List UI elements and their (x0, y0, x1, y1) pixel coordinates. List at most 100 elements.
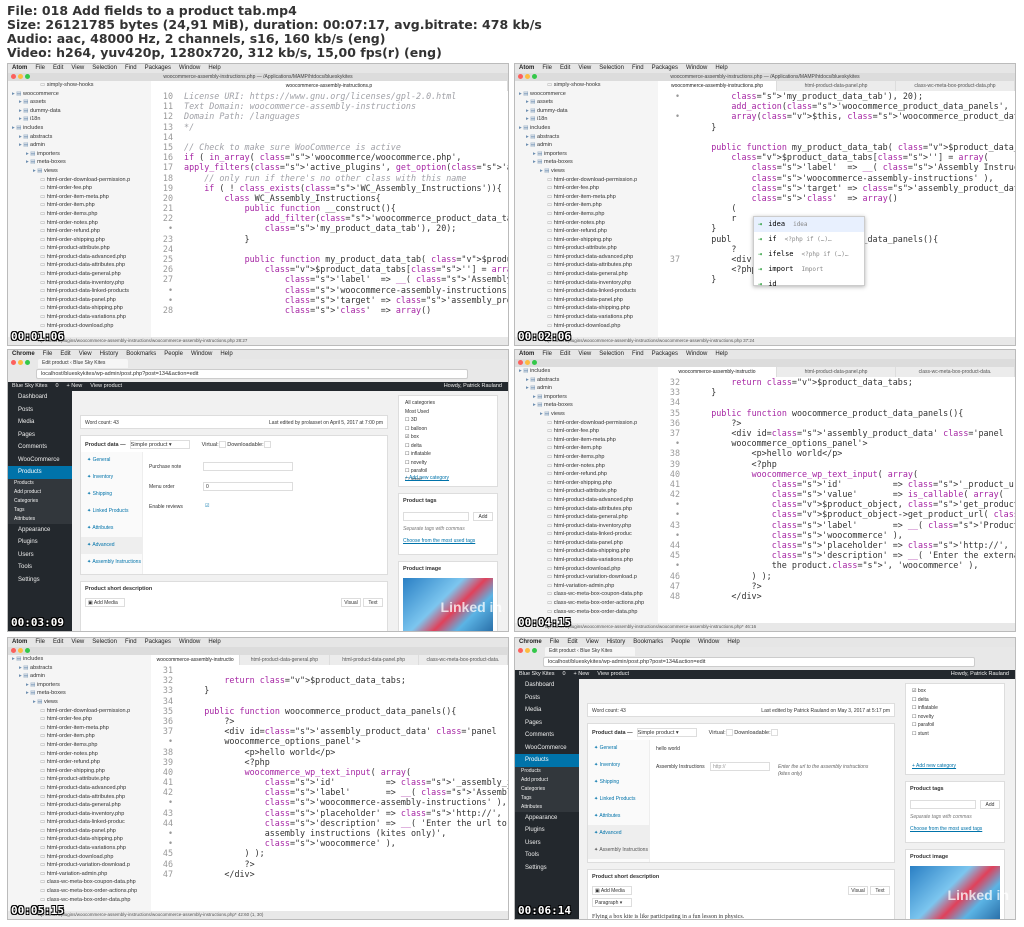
sidebar-item[interactable]: Users (8, 549, 72, 562)
tree-item[interactable]: ▸ ▤ abstracts (519, 133, 658, 142)
sidebar-item[interactable]: Posts (8, 404, 72, 417)
tree-item[interactable]: ▭ html-product-attribute.php (12, 244, 151, 253)
tree-item[interactable]: ▭ html-variation-admin.php (519, 582, 658, 591)
tags-input[interactable] (910, 800, 976, 809)
menubar-item[interactable]: View (71, 65, 84, 71)
tree-item[interactable]: ▭ html-order-item.php (12, 201, 151, 210)
wp-sidebar[interactable]: Dashboard Posts Media Pages Comments WooComme… (8, 391, 72, 631)
tree-item[interactable]: ▭ html-product-variation-download.p (12, 861, 151, 870)
tree-item[interactable]: ▭ html-product-data-shipping.php (519, 547, 658, 556)
menubar-item[interactable]: Help (208, 65, 220, 71)
menubar-item[interactable]: Find (125, 65, 137, 71)
tree-item[interactable]: ▸ ▤ views (12, 167, 151, 176)
minimize-dot-icon[interactable] (18, 360, 23, 365)
tree-item[interactable]: ▭ html-order-items.php (519, 453, 658, 462)
product-data-tab[interactable]: ✦ Shipping (588, 774, 649, 791)
close-dot-icon[interactable] (518, 648, 523, 653)
window-controls[interactable] (11, 648, 30, 653)
editor-tabs[interactable]: woocommerce-assembly-instructio html-prod… (658, 367, 1015, 377)
minimize-dot-icon[interactable] (525, 74, 530, 79)
tree-item[interactable]: ▭ html-order-shipping.php (12, 236, 151, 245)
file-tree[interactable]: ▭ simply-show-hooks ▸ ▤ woocommerce ▸ ▤ as… (8, 81, 151, 337)
tree-item[interactable]: ▭ html-order-notes.php (519, 219, 658, 228)
editor-tabs[interactable]: woocommerce-assembly-instructio html-prod… (151, 655, 508, 665)
tree-item[interactable]: ▭ html-order-item.php (519, 444, 658, 453)
tree-item[interactable]: ▸ ▤ views (519, 410, 658, 419)
editor-tabs[interactable]: woocommerce-assembly-instructions.php htm… (658, 81, 1015, 91)
menubar-item[interactable]: Find (125, 639, 137, 645)
autocomplete-item[interactable]: ⇥ id (754, 277, 864, 291)
tree-item[interactable]: ▭ html-product-data-attributes.php (12, 261, 151, 270)
tree-item[interactable]: ▭ html-product-data-advanced.php (12, 253, 151, 262)
editor-tab[interactable]: class-wc-meta-box-product-data.php (896, 81, 1015, 91)
product-type-select[interactable]: Simple product ▾ (129, 440, 190, 449)
category-item[interactable]: ☑ box (912, 688, 926, 695)
menubar-item[interactable]: Packages (652, 65, 678, 71)
tree-item[interactable]: ▭ html-order-shipping.php (519, 236, 658, 245)
product-image-box[interactable]: Product image (398, 561, 498, 631)
tree-item[interactable]: ▭ html-product-data-variations.php (12, 844, 151, 853)
zoom-dot-icon[interactable] (532, 74, 537, 79)
menubar-item[interactable]: Bookmarks (633, 639, 663, 645)
minimize-dot-icon[interactable] (18, 74, 23, 79)
menubar-item[interactable]: File (35, 639, 45, 645)
tree-item[interactable]: ▸ ▤ assets (12, 98, 151, 107)
tree-item[interactable]: ▭ html-product-data-general.php (12, 270, 151, 279)
autocomplete-item[interactable]: ⇥ idea idea (754, 217, 864, 232)
category-item[interactable]: ☐ delta (912, 697, 929, 704)
product-data-box[interactable]: Product data — Simple product ▾ Virtual: … (80, 435, 388, 575)
window-controls[interactable] (518, 360, 537, 365)
tags-add-button[interactable]: Add (473, 512, 493, 521)
tree-item[interactable]: ▭ class-wc-meta-box-order-actions.php (519, 599, 658, 608)
menubar-item[interactable]: Edit (60, 351, 70, 357)
tree-item[interactable]: ▭ html-product-data-general.php (519, 513, 658, 522)
menubar-item[interactable]: Atom (12, 639, 27, 645)
menubar-item[interactable]: Help (208, 639, 220, 645)
sidebar-item[interactable]: Appearance (515, 812, 579, 825)
window-controls[interactable] (518, 648, 537, 653)
close-dot-icon[interactable] (518, 74, 523, 79)
menubar-item[interactable]: Edit (560, 65, 570, 71)
tree-item[interactable]: ▸ ▤ meta-boxes (519, 158, 658, 167)
tree-item[interactable]: ▭ html-product-attribute.php (519, 487, 658, 496)
tree-item[interactable]: ▭ html-order-items.php (519, 210, 658, 219)
add-category-link[interactable]: + Add new category (405, 475, 449, 482)
zoom-dot-icon[interactable] (25, 74, 30, 79)
product-tags-box[interactable]: Product tags Add Separate tags with commas… (398, 493, 498, 555)
sidebar-item[interactable]: Pages (8, 429, 72, 442)
sidebar-item[interactable]: Plugins (8, 536, 72, 549)
menubar-item[interactable]: Chrome (12, 351, 35, 357)
tree-item[interactable]: ▭ html-order-shipping.php (12, 767, 151, 776)
menubar-item[interactable]: Find (632, 65, 644, 71)
tree-item[interactable]: ▭ html-product-data-variations.php (519, 313, 658, 322)
menubar-item[interactable]: Selection (92, 639, 117, 645)
tree-item[interactable]: ▭ html-product-download.php (12, 322, 151, 331)
sidebar-item[interactable]: Products (515, 754, 579, 767)
tree-item[interactable]: ▭ simply-show-hooks (12, 81, 151, 90)
sidebar-subitem[interactable]: Products (8, 478, 72, 488)
tree-item[interactable]: ▭ html-product-data-inventory.php (519, 279, 658, 288)
tree-item[interactable]: ▭ html-product-data-panel.php (519, 296, 658, 305)
menubar-item[interactable]: Atom (519, 351, 534, 357)
admin-bar-item[interactable]: 0 (562, 671, 565, 677)
tree-item[interactable]: ▭ html-order-refund.php (519, 227, 658, 236)
product-type-select[interactable]: Simple product ▾ (636, 728, 697, 737)
menubar-item[interactable]: People (671, 639, 690, 645)
menubar-item[interactable]: Window (686, 65, 707, 71)
tree-item[interactable]: ▭ html-product-data-advanced.php (519, 253, 658, 262)
category-item[interactable]: ☐ inflatable (405, 451, 431, 458)
downloadable-checkbox[interactable] (263, 441, 271, 448)
menubar-item[interactable]: Selection (92, 65, 117, 71)
tree-item[interactable]: ▭ html-order-item-meta.php (12, 724, 151, 733)
menubar-item[interactable]: History (607, 639, 626, 645)
code-editor[interactable]: 31 32 return class="v">$product_data_tabs… (151, 665, 508, 911)
product-data-tab[interactable]: ✦ Assembly Instructions (81, 554, 142, 571)
downloadable-checkbox[interactable] (770, 729, 778, 736)
menubar-item[interactable]: View (578, 65, 591, 71)
short-description-box[interactable]: Product short description ▣ Add Media Visu… (80, 581, 388, 631)
tree-item[interactable]: ▸ ▤ woocommerce (12, 90, 151, 99)
video-thumbnail[interactable]: Atom File Edit View Selection Find Packages Win… (7, 637, 509, 920)
tree-item[interactable]: ▭ html-product-data-attributes.php (519, 505, 658, 514)
minimize-dot-icon[interactable] (525, 360, 530, 365)
sidebar-item[interactable]: Plugins (515, 824, 579, 837)
